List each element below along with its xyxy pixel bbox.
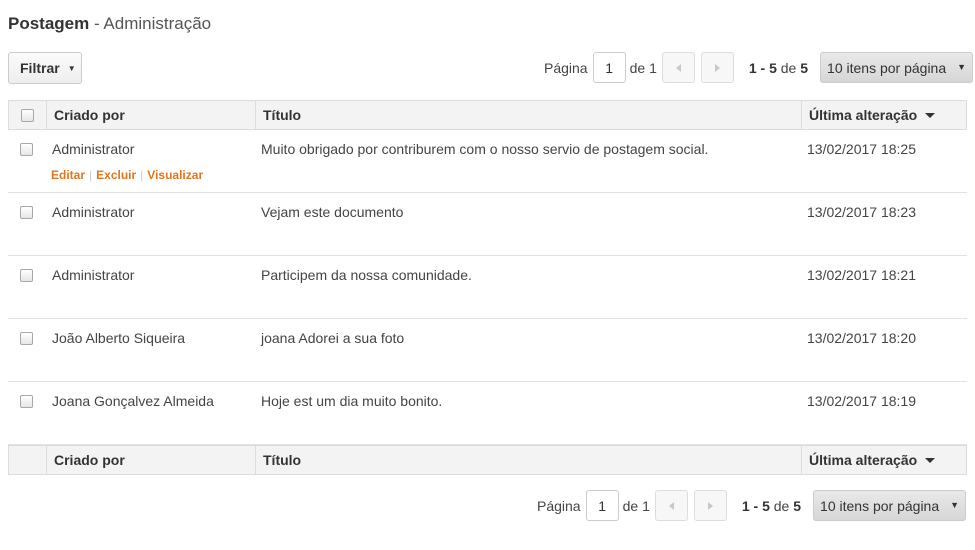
- pagination-bottom: Página de 1 1 - 5 de 5 10 itens por pági…: [537, 490, 967, 521]
- page-label: Página: [537, 497, 581, 514]
- table-row: Joana Gonçalvez Almeida Hoje est um dia …: [8, 382, 967, 445]
- row-author: Administrator: [52, 204, 135, 220]
- previous-page-button[interactable]: [654, 490, 688, 521]
- table-row: Administrator Editar | Excluir | Visualizar …: [8, 130, 967, 193]
- arrow-right-icon: [707, 501, 713, 510]
- row-checkbox[interactable]: [20, 269, 33, 282]
- table-row: Administrator Vejam este documento 13/02…: [8, 193, 967, 256]
- row-title[interactable]: Vejam este documento: [254, 193, 800, 255]
- row-author: Joana Gonçalvez Almeida: [52, 393, 214, 409]
- row-title[interactable]: Participem da nossa comunidade.: [254, 256, 800, 318]
- column-header-title[interactable]: Título: [255, 101, 801, 129]
- row-title[interactable]: joana Adorei a sua foto: [254, 319, 800, 381]
- column-header-last-modified[interactable]: Última alteração: [801, 101, 966, 129]
- page-number-input[interactable]: [585, 490, 619, 521]
- row-checkbox[interactable]: [20, 332, 33, 345]
- view-link[interactable]: Visualizar: [147, 168, 203, 182]
- select-all-checkbox[interactable]: [21, 108, 34, 122]
- page-title: Postagem - Administração: [8, 14, 211, 34]
- row-modified: 13/02/2017 18:23: [807, 204, 916, 220]
- footer-column-header-title[interactable]: Título: [255, 446, 801, 474]
- row-title[interactable]: Muito obrigado por contriburem com o nos…: [254, 130, 800, 192]
- select-arrow-icon: ▼: [957, 62, 967, 72]
- row-author: João Alberto Siqueira: [52, 330, 186, 346]
- page-title-section: Postagem: [8, 14, 90, 33]
- total-pages: 1: [642, 497, 650, 514]
- arrow-left-icon: [675, 63, 681, 72]
- of-label: de: [622, 497, 639, 514]
- row-modified: 13/02/2017 18:19: [807, 393, 916, 409]
- row-modified: 13/02/2017 18:20: [807, 330, 916, 346]
- page-number-input[interactable]: [592, 52, 626, 83]
- edit-link[interactable]: Editar: [51, 168, 85, 182]
- filter-button[interactable]: Filtrar ▼: [8, 52, 82, 84]
- pagination-top: Página de 1 1 - 5 de 5 10 itens por pági…: [544, 52, 974, 83]
- select-arrow-icon: ▼: [950, 500, 960, 510]
- footer-column-header-last-modified[interactable]: Última alteração: [801, 446, 966, 474]
- table-header: Criado por Título Última alteração: [8, 100, 967, 130]
- row-checkbox[interactable]: [20, 395, 33, 408]
- posts-table: Criado por Título Última alteração Admin…: [8, 100, 967, 475]
- sort-descending-icon: [925, 457, 936, 463]
- sort-descending-icon: [925, 112, 936, 118]
- row-title[interactable]: Hoje est um dia muito bonito.: [254, 382, 800, 444]
- item-range: 1 - 5 de 5: [741, 497, 802, 514]
- items-per-page-value: 10 itens por página: [827, 59, 947, 76]
- row-author: Administrator: [52, 141, 135, 157]
- delete-link[interactable]: Excluir: [96, 168, 136, 182]
- items-per-page-value: 10 itens por página: [820, 497, 940, 514]
- caret-down-icon: ▼: [67, 63, 76, 73]
- arrow-left-icon: [668, 501, 674, 510]
- footer-select-cell: [9, 446, 46, 474]
- table-row: João Alberto Siqueira joana Adorei a sua…: [8, 319, 967, 382]
- table-row: Administrator Participem da nossa comuni…: [8, 256, 967, 319]
- row-modified: 13/02/2017 18:25: [807, 141, 916, 157]
- total-pages: 1: [649, 59, 657, 76]
- next-page-button[interactable]: [700, 52, 734, 83]
- of-label: de: [629, 59, 646, 76]
- row-actions: Editar | Excluir | Visualizar: [51, 168, 204, 182]
- items-per-page-select[interactable]: 10 itens por página ▼: [820, 52, 974, 83]
- previous-page-button[interactable]: [661, 52, 695, 83]
- items-per-page-select[interactable]: 10 itens por página ▼: [813, 490, 967, 521]
- page-title-context: - Administração: [89, 14, 212, 33]
- select-all-cell: [9, 101, 46, 129]
- row-modified: 13/02/2017 18:21: [807, 267, 916, 283]
- filter-button-label: Filtrar: [20, 60, 60, 76]
- row-checkbox[interactable]: [20, 206, 33, 219]
- table-footer-header: Criado por Título Última alteração: [8, 445, 967, 475]
- page-label: Página: [544, 59, 588, 76]
- column-header-created-by[interactable]: Criado por: [46, 101, 255, 129]
- row-author: Administrator: [52, 267, 135, 283]
- footer-column-header-created-by[interactable]: Criado por: [46, 446, 255, 474]
- row-checkbox[interactable]: [20, 143, 33, 156]
- arrow-right-icon: [714, 63, 720, 72]
- next-page-button[interactable]: [693, 490, 727, 521]
- item-range: 1 - 5 de 5: [748, 59, 809, 76]
